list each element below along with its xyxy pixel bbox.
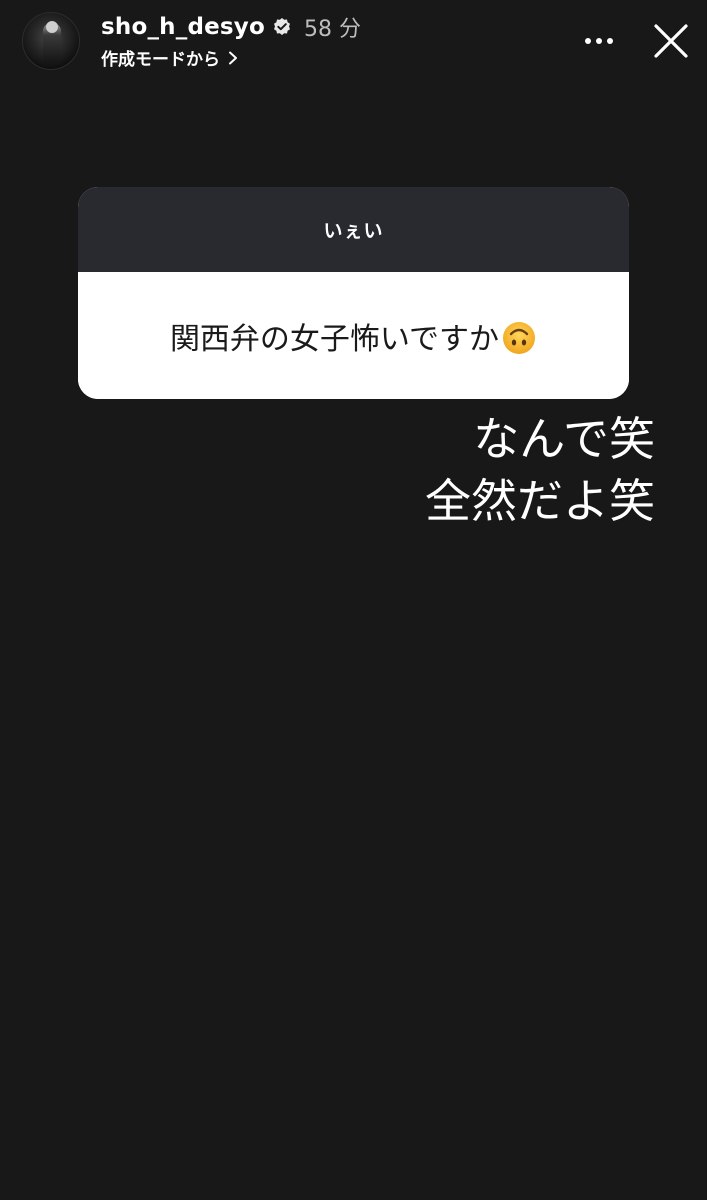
created-mode-link[interactable]: 作成モードから xyxy=(101,45,239,70)
question-text: 関西弁の女子怖いですか xyxy=(170,314,537,358)
chevron-right-icon xyxy=(227,50,239,65)
question-text-label: 関西弁の女子怖いですか xyxy=(169,321,500,357)
reply-line-1: なんで笑 xyxy=(473,412,655,466)
more-horizontal-icon xyxy=(585,38,613,44)
question-sticker-body: 関西弁の女子怖いですか xyxy=(78,272,629,399)
close-icon xyxy=(654,24,688,58)
question-sticker-title: いぇい xyxy=(323,220,384,242)
reply-text: なんで笑 全然だよ笑 xyxy=(425,408,655,532)
verified-badge-icon xyxy=(272,17,292,37)
close-button[interactable] xyxy=(648,18,694,64)
upside-down-face-emoji-icon xyxy=(501,320,537,356)
time-ago: 58 分 xyxy=(304,17,361,42)
avatar-head xyxy=(46,21,58,33)
username[interactable]: sho_h_desyo xyxy=(101,14,265,40)
question-sticker-header: いぇい xyxy=(78,187,629,272)
subtitle-label: 作成モードから xyxy=(101,49,220,70)
username-row: sho_h_desyo 58 分 xyxy=(101,11,361,43)
reply-line-2: 全然だよ笑 xyxy=(425,474,655,528)
story-header: sho_h_desyo 58 分 作成モードから xyxy=(0,0,707,80)
more-options-button[interactable] xyxy=(580,26,618,56)
question-sticker[interactable]: いぇい 関西弁の女子怖いですか xyxy=(78,187,629,399)
avatar[interactable] xyxy=(22,12,80,70)
